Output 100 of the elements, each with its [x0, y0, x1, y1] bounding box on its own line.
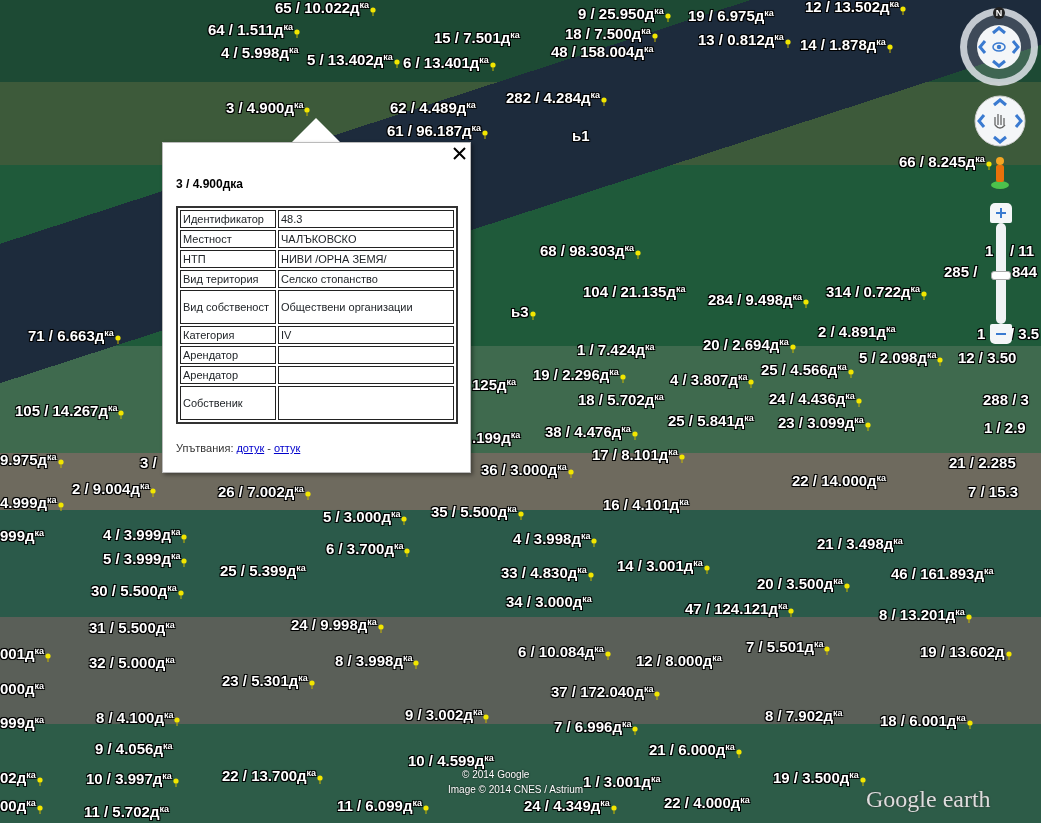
close-icon[interactable]	[453, 147, 466, 160]
pushpin-icon[interactable]	[824, 646, 831, 655]
pushpin-icon[interactable]	[651, 33, 658, 42]
pegman-icon[interactable]	[989, 156, 1011, 190]
parcel-label: 23 / 5.301д$^{ка}$	[222, 672, 308, 689]
parcel-label: 37 / 172.040д$^{ка}$	[551, 683, 654, 700]
parcel-label: 36 / 3.000д$^{ка}$	[481, 461, 567, 478]
pushpin-icon[interactable]	[966, 720, 973, 729]
pushpin-icon[interactable]	[591, 538, 598, 547]
pushpin-icon[interactable]	[377, 624, 384, 633]
pushpin-icon[interactable]	[654, 691, 661, 700]
pushpin-icon[interactable]	[1005, 651, 1012, 660]
table-cell: 48.3	[278, 210, 454, 228]
parcel-label: 26 / 7.002д$^{ка}$	[218, 483, 304, 500]
pushpin-icon[interactable]	[847, 369, 854, 378]
pushpin-icon[interactable]	[859, 777, 866, 786]
pushpin-icon[interactable]	[308, 680, 315, 689]
pushpin-icon[interactable]	[401, 516, 408, 525]
table-cell: НИВИ /ОРНА ЗЕМЯ/	[278, 250, 454, 268]
pushpin-icon[interactable]	[422, 805, 429, 814]
parcel-label: 19 / 2.296д$^{ка}$	[533, 366, 619, 383]
pushpin-icon[interactable]	[664, 13, 671, 22]
pushpin-icon[interactable]	[567, 469, 574, 478]
pushpin-icon[interactable]	[965, 614, 972, 623]
parcel-label: 21 / 6.000д$^{ка}$	[649, 741, 735, 758]
pushpin-icon[interactable]	[177, 590, 184, 599]
pushpin-icon[interactable]	[304, 491, 311, 500]
pushpin-icon[interactable]	[57, 502, 64, 511]
parcel-label: 00д$^{ка}$	[0, 797, 36, 814]
pushpin-icon[interactable]	[601, 97, 608, 106]
pushpin-icon[interactable]	[482, 130, 489, 139]
pushpin-icon[interactable]	[114, 335, 121, 344]
parcel-label: 64 / 1.511д$^{ка}$	[208, 21, 293, 38]
parcel-label: 22 / 13.700д$^{ка}$	[222, 767, 317, 784]
pushpin-icon[interactable]	[784, 39, 791, 48]
pushpin-icon[interactable]	[529, 311, 536, 320]
pushpin-icon[interactable]	[632, 726, 639, 735]
zoom-in-button[interactable]	[990, 203, 1012, 223]
parcel-label: .199д$^{ка}$	[472, 429, 521, 446]
zoom-out-button[interactable]	[990, 324, 1012, 344]
pushpin-icon[interactable]	[370, 7, 377, 16]
pushpin-icon[interactable]	[748, 379, 755, 388]
pushpin-icon[interactable]	[789, 344, 796, 353]
pushpin-icon[interactable]	[735, 749, 742, 758]
parcel-label: 1	[985, 242, 994, 259]
pushpin-icon[interactable]	[900, 6, 907, 15]
parcel-label: 3 / 4.900д$^{ка}$	[226, 99, 304, 116]
pushpin-icon[interactable]	[604, 651, 611, 660]
pushpin-icon[interactable]	[985, 161, 992, 170]
parcel-label: 12 / 3.50	[958, 349, 1017, 366]
pushpin-icon[interactable]	[293, 29, 300, 38]
pushpin-icon[interactable]	[393, 59, 400, 68]
pushpin-icon[interactable]	[36, 805, 43, 814]
pushpin-icon[interactable]	[517, 511, 524, 520]
pushpin-icon[interactable]	[489, 62, 496, 71]
pushpin-icon[interactable]	[635, 250, 642, 259]
pushpin-icon[interactable]	[118, 410, 125, 419]
attribution-text: © 2014 Google	[462, 769, 530, 780]
pushpin-icon[interactable]	[317, 775, 324, 784]
pushpin-icon[interactable]	[855, 398, 862, 407]
pushpin-icon[interactable]	[181, 558, 188, 567]
attribution-text: Image © 2014 CNES / Astrium	[448, 784, 584, 795]
parcel-label: 314 / 0.722д$^{ка}$	[826, 283, 921, 300]
table-cell: Арендатор	[180, 346, 276, 364]
pushpin-icon[interactable]	[172, 778, 179, 787]
pushpin-icon[interactable]	[181, 534, 188, 543]
pushpin-icon[interactable]	[788, 608, 795, 617]
pushpin-icon[interactable]	[483, 714, 490, 723]
pushpin-icon[interactable]	[174, 717, 181, 726]
pushpin-icon[interactable]	[886, 44, 893, 53]
minus-icon	[996, 332, 1006, 336]
parcel-label: 25 / 5.841д$^{ка}$	[668, 412, 754, 429]
pushpin-icon[interactable]	[304, 107, 311, 116]
pushpin-icon[interactable]	[843, 583, 850, 592]
pushpin-icon[interactable]	[404, 548, 411, 557]
pushpin-icon[interactable]	[610, 805, 617, 814]
pushpin-icon[interactable]	[678, 454, 685, 463]
zoom-slider-thumb[interactable]	[991, 271, 1011, 281]
zoom-slider-track[interactable]	[996, 223, 1006, 324]
table-cell: IV	[278, 326, 454, 344]
directions-link[interactable]: оттук	[273, 442, 301, 454]
parcel-label: 23 / 3.099д$^{ка}$	[778, 414, 864, 431]
pushpin-icon[interactable]	[937, 357, 944, 366]
pushpin-icon[interactable]	[36, 777, 43, 786]
pushpin-icon[interactable]	[587, 572, 594, 581]
pushpin-icon[interactable]	[631, 431, 638, 440]
pushpin-icon[interactable]	[619, 374, 626, 383]
parcel-label: 35 / 5.500д$^{ка}$	[431, 503, 517, 520]
parcel-label: 6 / 3.700д$^{ка}$	[326, 540, 404, 557]
look-joystick-icon[interactable]	[976, 24, 1022, 70]
pushpin-icon[interactable]	[864, 422, 871, 431]
pushpin-icon[interactable]	[703, 565, 710, 574]
table-cell: Вид територия	[180, 270, 276, 288]
pan-joystick-icon[interactable]	[974, 95, 1026, 147]
directions-link[interactable]: дотук	[236, 442, 265, 454]
pushpin-icon[interactable]	[803, 299, 810, 308]
separator-text: -	[267, 442, 271, 454]
table-cell: Арендатор	[180, 366, 276, 384]
pushpin-icon[interactable]	[921, 291, 928, 300]
pushpin-icon[interactable]	[413, 660, 420, 669]
